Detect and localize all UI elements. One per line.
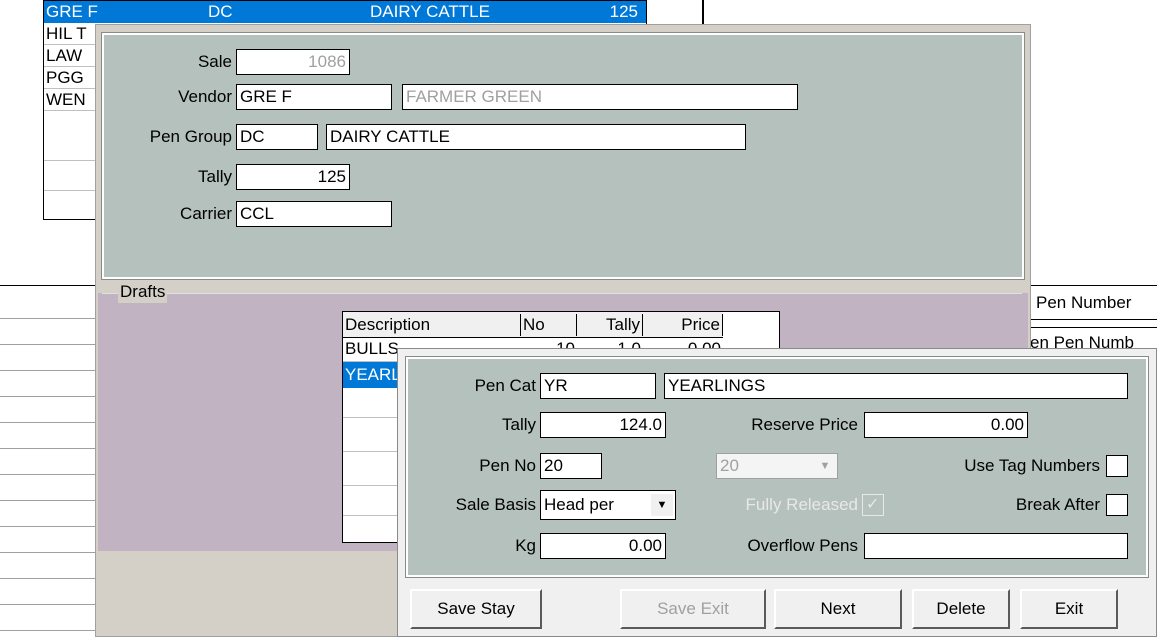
next-button[interactable]: Next [774,589,902,629]
list-cell-group: DC [208,2,233,21]
column-header-tally[interactable]: Tally [577,314,643,336]
grid-header: Description No Tally Price [343,312,723,338]
pen-cat-label: Pen Cat [474,376,536,395]
vendor-label: Vendor [178,87,232,106]
exit-button[interactable]: Exit [1020,589,1118,629]
break-after-checkbox[interactable] [1106,494,1128,516]
delete-button[interactable]: Delete [912,589,1010,629]
kg-label: Kg [515,536,536,555]
vendor-name-field[interactable]: FARMER GREEN [402,84,798,110]
grid-line [0,285,100,286]
list-cell-code: PGG [46,68,84,87]
grid-line [0,344,100,345]
sale-basis-value: Head per [544,495,614,514]
list-cell-code: WEN [46,90,86,109]
draft-tally-field[interactable]: 124.0 [540,412,666,438]
break-after-label: Break After [1015,495,1100,514]
save-stay-button[interactable]: Save Stay [410,589,542,629]
checkmark-icon: ✓ [866,496,880,513]
grid-header-label: Pen Number [1036,293,1132,312]
pen-no-select-value: 20 [720,456,739,475]
grid-line [0,604,100,605]
pen-group-code-field[interactable]: DC [236,124,318,150]
pen-no-field[interactable]: 20 [540,453,602,479]
fully-released-checkbox: ✓ [862,494,884,516]
carrier-label: Carrier [180,204,232,223]
pen-cat-name-field[interactable]: YEARLINGS [664,373,1128,399]
carrier-field[interactable]: CCL [236,201,392,227]
pen-no-label: Pen No [479,456,536,475]
list-cell-desc: DAIRY CATTLE [370,2,490,21]
pen-no-select: 20 ▼ [716,453,838,479]
list-cell-code: GRE F [46,2,98,21]
chevron-down-icon[interactable]: ▼ [651,494,673,516]
list-cell-tally: 125 [609,2,638,21]
grid-line [0,526,100,527]
chevron-down-icon: ▼ [819,460,831,472]
pen-cat-code-field[interactable]: YR [540,373,656,399]
grid-line [0,448,100,449]
list-cell-code: HIL T [46,24,87,43]
grid-line [0,630,100,631]
grid-line [0,422,100,423]
tally-label: Tally [197,167,232,186]
save-exit-button[interactable]: Save Exit [620,589,766,629]
sale-header-panel: Sale 1086 Vendor GRE F FARMER GREEN Pen … [101,32,1025,280]
sale-label: Sale [197,52,232,71]
list-cell-code: LAW [46,46,83,65]
column-header-no[interactable]: No [521,314,577,336]
grid-line [0,578,100,579]
vendor-code-field[interactable]: GRE F [236,84,392,110]
pen-group-label: Pen Group [149,127,232,146]
grid-line [0,552,100,553]
sale-basis-label: Sale Basis [455,495,536,514]
use-tag-numbers-checkbox[interactable] [1106,455,1128,477]
reserve-price-field[interactable]: 0.00 [864,412,1028,438]
drafts-title: Drafts [118,281,168,303]
grid-line [0,318,100,319]
grid-line [0,370,100,371]
use-tag-numbers-label: Use Tag Numbers [964,456,1100,475]
draft-tally-label: Tally [501,415,536,434]
sale-basis-select[interactable]: Head per ▼ [540,490,676,520]
pen-group-name-field[interactable]: DAIRY CATTLE [326,124,746,150]
grid-header-pen-number[interactable]: Pen Number [1028,286,1157,320]
fully-released-label: Fully Released [745,495,858,514]
grid-line [0,500,100,501]
draft-detail-dialog: Pen Cat YR YEARLINGS Tally 124.0 Reserve… [397,348,1157,637]
tally-field[interactable]: 125 [236,164,350,190]
grid-line [0,396,100,397]
draft-detail-panel: Pen Cat YR YEARLINGS Tally 124.0 Reserve… [405,356,1149,578]
kg-field[interactable]: 0.00 [540,533,666,559]
overflow-pens-field[interactable] [864,533,1128,559]
list-item[interactable]: GRE F DC DAIRY CATTLE 125 [44,1,646,23]
grid-line [0,474,100,475]
sale-number-field[interactable]: 1086 [236,49,350,75]
drafts-group-border [102,293,1022,294]
overflow-pens-label: Overflow Pens [747,536,858,555]
column-header-price[interactable]: Price [643,314,723,336]
column-header-description[interactable]: Description [343,314,521,336]
reserve-price-label: Reserve Price [751,415,858,434]
